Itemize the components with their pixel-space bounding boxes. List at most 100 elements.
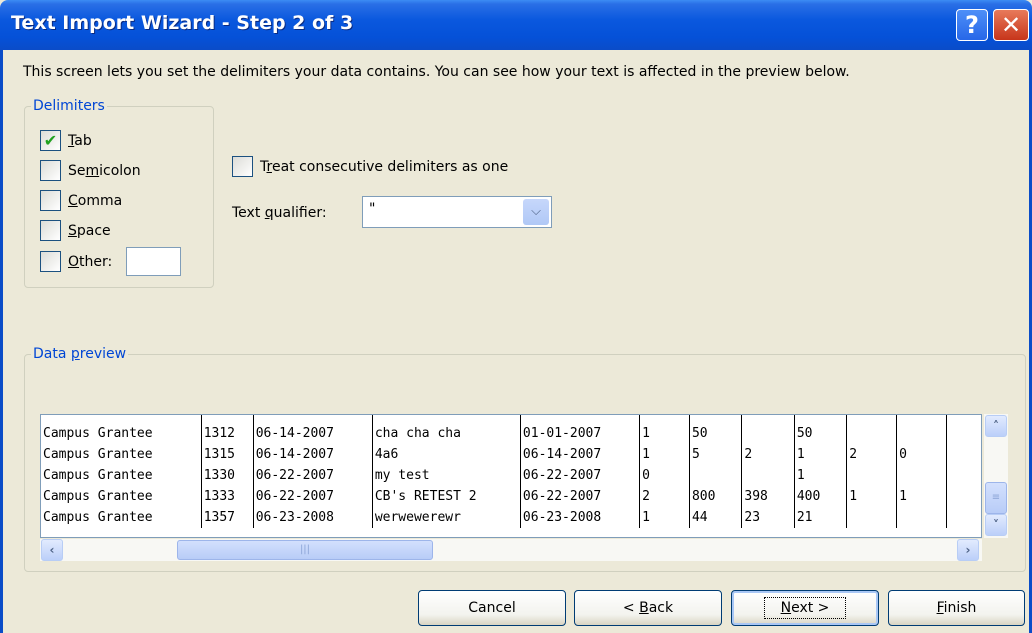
preview-cell: 1330 [200, 465, 254, 486]
preview-cell: 1357 [200, 507, 254, 528]
preview-cell [846, 415, 897, 444]
next-button[interactable]: Next > [731, 590, 879, 626]
comma-option[interactable]: Comma [40, 190, 122, 211]
scroll-right-icon[interactable]: › [957, 539, 979, 561]
back-button[interactable]: < Back [574, 590, 722, 626]
consecutive-option[interactable]: Treat consecutive delimiters as one [232, 156, 508, 177]
preview-cell [946, 444, 981, 465]
preview-cell: Campus Grantee [43, 510, 153, 525]
semicolon-option[interactable]: Semicolon [40, 160, 141, 181]
vertical-scrollbar[interactable]: ˄ ≡ ˅ [984, 414, 1008, 538]
preview-cell: 1312 [200, 415, 254, 444]
help-button[interactable]: ? [956, 9, 988, 41]
other-checkbox[interactable] [40, 251, 61, 272]
preview-cell [896, 415, 947, 444]
preview-cell: 400 [793, 486, 847, 507]
semicolon-label: Semicolon [68, 162, 141, 179]
preview-cell [946, 486, 981, 507]
cancel-button[interactable]: Cancel [418, 590, 566, 626]
qualifier-value: " [369, 201, 376, 217]
preview-cell: 2 [846, 444, 897, 465]
preview-cell: 1 [793, 444, 847, 465]
qualifier-select[interactable]: " ⌵ [362, 196, 552, 228]
other-label: Other: [68, 253, 113, 270]
preview-row: Campus Grantee 1315 06-14-2007 4a6 06-14-200… [41, 444, 981, 465]
delimiters-legend: Delimiters [33, 98, 105, 114]
preview-cell: 06-22-2007 [519, 486, 640, 507]
vertical-scroll-thumb[interactable]: ≡ [985, 482, 1007, 514]
preview-cell: 1333 [200, 486, 254, 507]
preview-table: Campus Grantee 1312 06-14-2007 cha cha cha 0… [41, 415, 981, 528]
preview-cell [946, 465, 981, 486]
preview-row: Campus Grantee 1330 06-22-2007 my test 06-22… [41, 465, 981, 486]
preview-cell [846, 465, 897, 486]
preview-cell: 50 [688, 415, 742, 444]
window-title: Text Import Wizard - Step 2 of 3 [11, 12, 354, 34]
intro-text: This screen lets you set the delimiters … [23, 64, 850, 80]
preview-row: Campus Grantee 1333 06-22-2007 CB's RETEST … [41, 486, 981, 507]
preview-cell [896, 507, 947, 528]
preview-cell: 06-23-2008 [519, 507, 640, 528]
space-checkbox[interactable] [40, 220, 61, 241]
other-input[interactable] [126, 247, 182, 276]
finish-button[interactable]: Finish [888, 590, 1025, 626]
scroll-up-icon[interactable]: ˄ [985, 415, 1007, 437]
preview-cell [741, 465, 795, 486]
consecutive-label: Treat consecutive delimiters as one [260, 158, 509, 175]
preview-grid[interactable]: Campus Grantee 1312 06-14-2007 cha cha cha 0… [40, 414, 982, 538]
semicolon-checkbox[interactable] [40, 160, 61, 181]
horizontal-scroll-thumb[interactable]: ||| [177, 540, 433, 560]
preview-cell: 50 [793, 415, 847, 444]
preview-cell: 01-01-2007 [519, 415, 640, 444]
comma-checkbox[interactable] [40, 190, 61, 211]
scroll-corner [984, 539, 1008, 561]
preview-cell: 2 [639, 486, 690, 507]
preview-cell: my test [371, 465, 521, 486]
qualifier-label: Text qualifier: [232, 205, 327, 221]
preview-cell: 06-23-2008 [252, 507, 373, 528]
preview-cell: 1 [846, 486, 897, 507]
preview-row: Campus Grantee 1312 06-14-2007 cha cha cha 0… [41, 415, 981, 444]
space-option[interactable]: Space [40, 220, 111, 241]
preview-cell: Campus Grantee [43, 489, 153, 504]
preview-cell: 06-14-2007 [252, 415, 373, 444]
preview-cell [896, 465, 947, 486]
tab-checkbox[interactable]: ✔ [40, 130, 61, 151]
close-button[interactable]: ✕ [993, 9, 1029, 41]
preview-cell: 2 [741, 444, 795, 465]
preview-cell [846, 507, 897, 528]
preview-cell: cha cha cha [371, 415, 521, 444]
preview-cell: werwewerewr [371, 507, 521, 528]
preview-cell: 06-22-2007 [252, 486, 373, 507]
preview-cell [688, 465, 742, 486]
preview-cell: 23 [741, 507, 795, 528]
preview-cell: 06-22-2007 [519, 465, 640, 486]
other-option[interactable]: Other: [40, 247, 182, 276]
preview-cell: CB's RETEST 2 [371, 486, 521, 507]
title-bar: Text Import Wizard - Step 2 of 3 ? ✕ [0, 0, 1032, 50]
preview-cell: 0 [896, 444, 947, 465]
preview-cell: 0 [639, 465, 690, 486]
space-label: Space [68, 222, 111, 239]
scroll-down-icon[interactable]: ˅ [985, 514, 1007, 536]
preview-cell: 06-14-2007 [252, 444, 373, 465]
horizontal-scrollbar[interactable]: ‹ ||| › [40, 539, 982, 561]
preview-cell: Campus Grantee [43, 426, 153, 441]
preview-cell: 1 [896, 486, 947, 507]
preview-legend: Data preview [33, 346, 127, 362]
consecutive-checkbox[interactable] [232, 156, 253, 177]
preview-cell: 4a6 [371, 444, 521, 465]
preview-cell: 21 [793, 507, 847, 528]
preview-cell [741, 415, 795, 444]
tab-option[interactable]: ✔ Tab [40, 130, 92, 151]
preview-cell [946, 415, 981, 444]
preview-cell: 1 [793, 465, 847, 486]
preview-cell: 06-22-2007 [252, 465, 373, 486]
preview-cell: 1 [639, 415, 690, 444]
preview-cell: 06-14-2007 [519, 444, 640, 465]
scroll-left-icon[interactable]: ‹ [41, 539, 63, 561]
preview-cell: 5 [688, 444, 742, 465]
preview-row: Campus Grantee 1357 06-23-2008 werwewerewr 0… [41, 507, 981, 528]
chevron-down-icon[interactable]: ⌵ [523, 199, 549, 225]
preview-cell: 1 [639, 444, 690, 465]
